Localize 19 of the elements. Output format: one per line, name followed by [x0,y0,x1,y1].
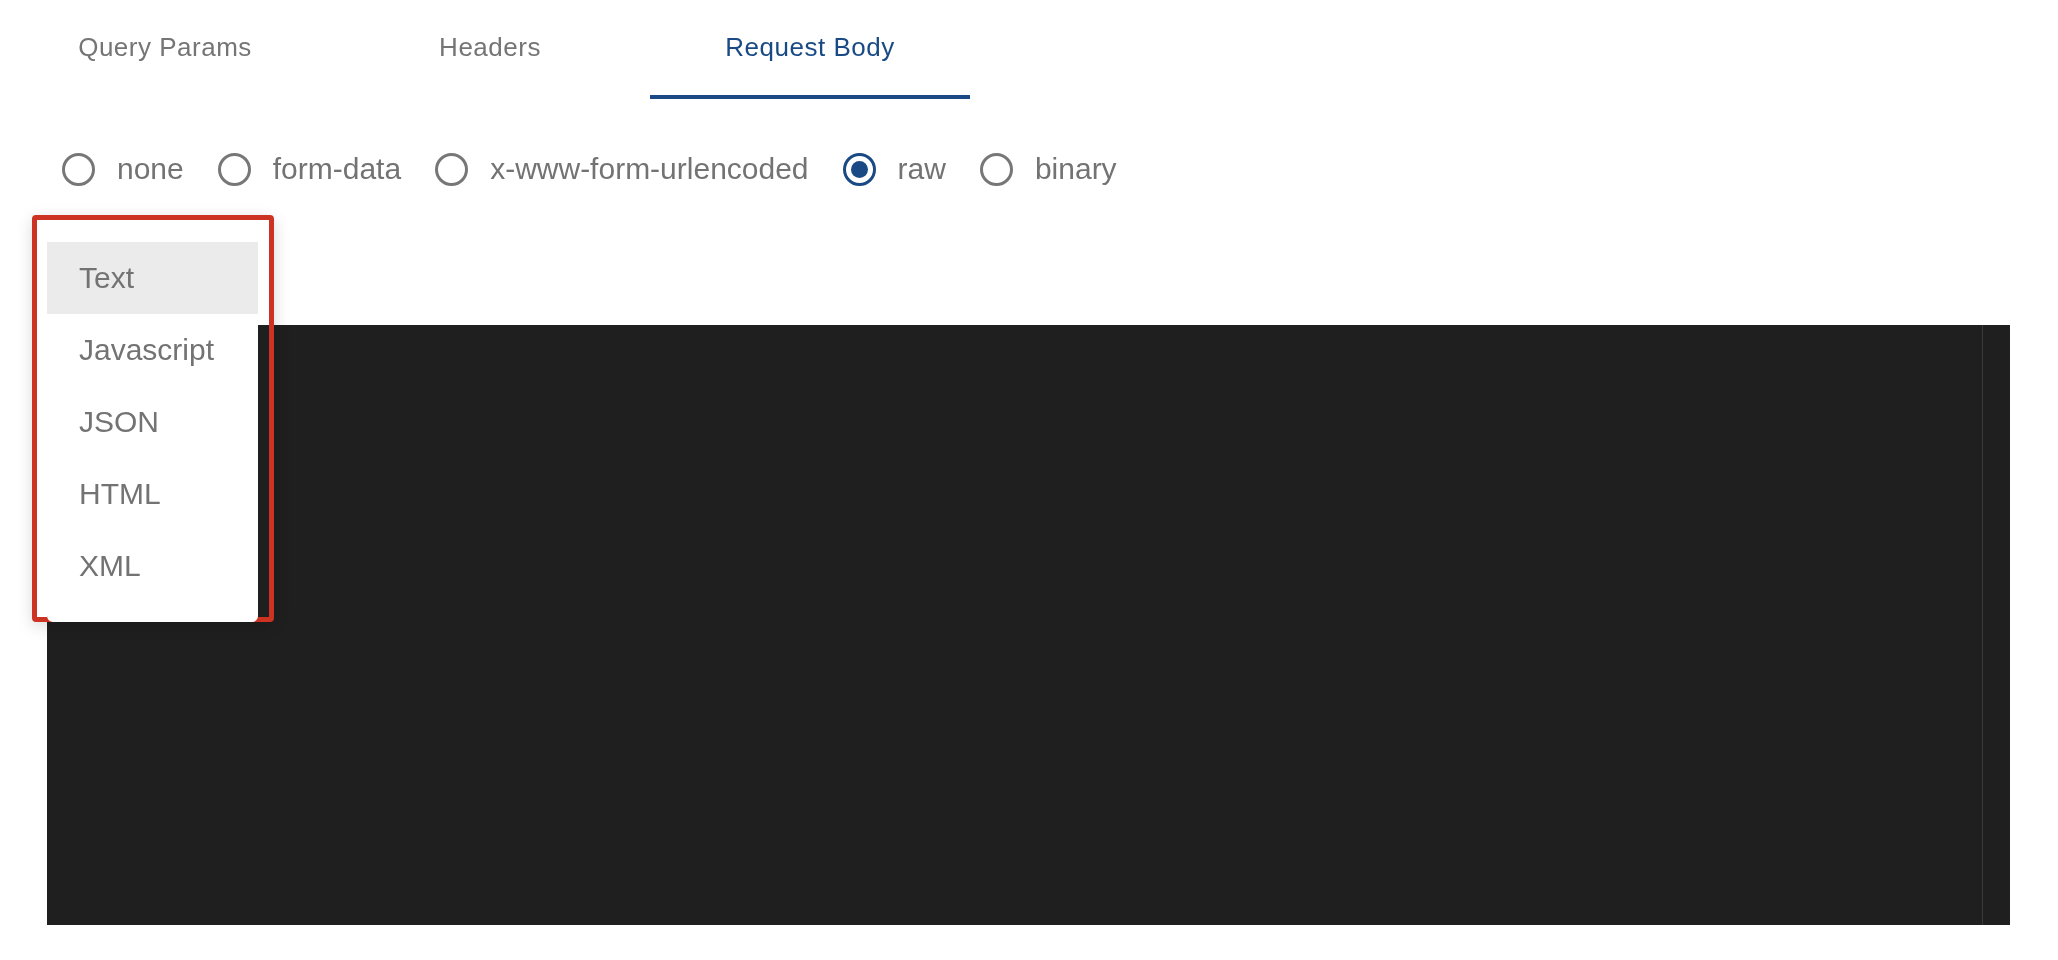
menu-item[interactable]: XML [47,530,258,602]
tab[interactable]: Headers [330,0,650,99]
radio-option[interactable]: x-www-form-urlencoded [435,152,809,186]
radio-option[interactable]: raw [842,152,946,186]
radio-button[interactable] [435,152,469,186]
radio-option[interactable]: binary [979,152,1117,186]
radio-button[interactable] [842,152,876,186]
radio-option[interactable]: form-data [217,152,402,186]
radio-button[interactable] [979,152,1013,186]
radio-button[interactable] [217,152,251,186]
menu-item[interactable]: Javascript [47,314,258,386]
menu-item[interactable]: JSON [47,386,258,458]
code-editor[interactable] [47,325,2010,925]
menu-item[interactable]: HTML [47,458,258,530]
radio-option[interactable]: none [62,152,184,186]
radio-button[interactable] [62,152,95,186]
tab[interactable]: Request Body [650,0,970,99]
tab[interactable]: Query Params [0,0,330,99]
menu-item[interactable]: Text [47,242,258,314]
